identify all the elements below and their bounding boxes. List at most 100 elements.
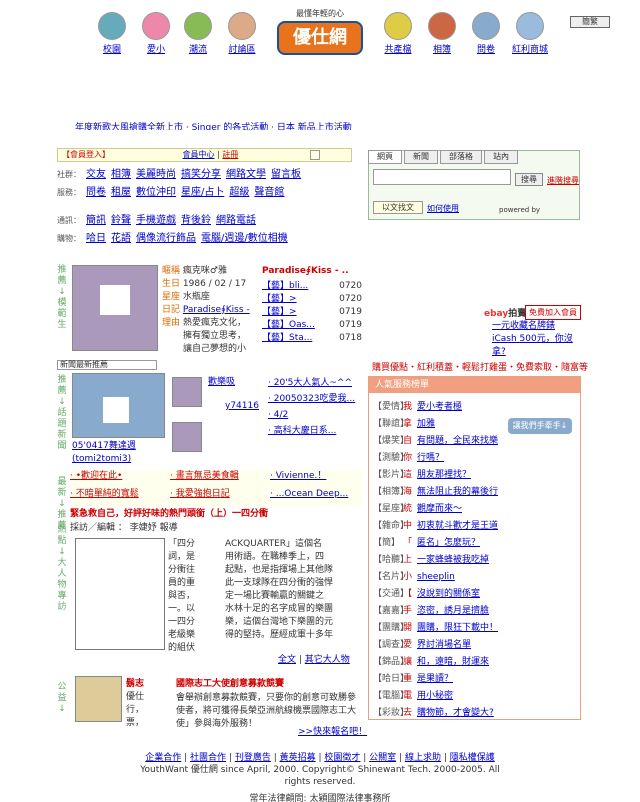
hot-row[interactable]: 【測驗】你 行嗎？ <box>373 450 576 467</box>
hot-row[interactable]: 【電腦】電 用小秘密 <box>373 688 576 705</box>
member-link[interactable]: 超級 <box>229 187 249 198</box>
member-link[interactable]: 聲音館 <box>254 187 284 198</box>
ambassador-signup-link[interactable]: >>快來報名吧！ <box>298 726 367 739</box>
hot-link[interactable]: 愛小考者極 <box>417 402 462 412</box>
member-link[interactable]: 鈴聲 <box>111 215 131 226</box>
hot-link[interactable]: 行嗎？ <box>417 453 444 463</box>
article-photo[interactable] <box>75 538 165 650</box>
ambassador-photo[interactable] <box>75 676 122 722</box>
ebay-logo[interactable]: ebay拍賣 <box>484 306 526 319</box>
rec-post[interactable]: 【藝】bli... 0720 <box>262 280 362 293</box>
member-link[interactable]: 哈日 <box>86 233 106 244</box>
hot-row[interactable]: 【愛情】我 愛小考者極 <box>373 399 576 416</box>
member-link[interactable]: 數位沖印 <box>136 187 176 198</box>
nav-item-5[interactable]: 相簿 <box>422 12 462 55</box>
footer-link[interactable]: 線上求助 <box>405 753 441 763</box>
hot-link[interactable]: sheeplin <box>417 572 455 582</box>
member-link[interactable]: 交友 <box>86 169 106 180</box>
site-logo[interactable]: 最懂年輕的心 優仕網 <box>277 8 363 58</box>
rec-post-title[interactable]: 【藝】> <box>262 306 297 319</box>
news-thumb-1[interactable] <box>172 377 202 407</box>
member-link[interactable]: 租屋 <box>111 187 131 198</box>
rec-blog-link[interactable]: Paradise∮Kiss - <box>183 305 250 315</box>
member-link[interactable]: 美麗時尚 <box>136 169 176 180</box>
member-link[interactable]: 星座/占卜 <box>181 187 224 198</box>
text-search-button[interactable]: 以文找文 <box>373 201 423 214</box>
article-full-link[interactable]: 全文 <box>278 655 296 665</box>
rec-post[interactable]: 【藝】> 0719 <box>262 306 362 319</box>
hot-row[interactable]: 【星座】統 觀摩而來～ <box>373 501 576 518</box>
member-link[interactable]: 問卷 <box>86 187 106 198</box>
member-link[interactable]: 簡訊 <box>86 215 106 226</box>
member-link[interactable]: 相簿 <box>111 169 131 180</box>
promo-link[interactable]: · 畫言無忌美食輯 <box>170 470 270 488</box>
ambassador-title[interactable]: 國際志工大使創意募款競賽 <box>176 678 284 691</box>
nav-item-4[interactable]: 共產檔 <box>378 12 418 55</box>
nav-item-1[interactable]: 愛小 <box>136 12 176 55</box>
search-button[interactable]: 搜尋 <box>515 173 543 186</box>
search-tab[interactable]: 網頁 <box>368 150 402 164</box>
hot-link[interactable]: 無法阻止我的幕後行 <box>417 487 498 497</box>
hot-link[interactable]: 匿名」怎麼玩？ <box>417 538 480 548</box>
search-tab[interactable]: 新聞 <box>404 150 438 164</box>
how-to-use-link[interactable]: 如何使用 <box>427 203 459 214</box>
promo-link[interactable]: · •歡迎在此• <box>70 470 170 488</box>
nav-item-7[interactable]: 紅利商城 <box>510 12 550 55</box>
register-link[interactable]: 註冊 <box>222 150 238 159</box>
rec-post-title[interactable]: 【藝】Sta... <box>262 332 312 345</box>
hot-ad-badge[interactable]: 讓我們手牽手↓ <box>508 418 572 434</box>
article-title[interactable]: 緊急救自己，好評好味的熱門頭銜（上）一四分衝 <box>70 508 268 521</box>
search-tab[interactable]: 站內 <box>484 150 518 164</box>
news-thumb-2[interactable] <box>172 422 202 452</box>
member-link[interactable]: 背後鈴 <box>181 215 211 226</box>
hot-link[interactable]: 界討消場名單 <box>417 640 471 650</box>
rec-blog-title[interactable]: Paradise∮Kiss - .. <box>262 266 349 276</box>
footer-link[interactable]: 隱私權保護 <box>450 753 495 763</box>
article-others-link[interactable]: 其它大人物 <box>305 655 350 665</box>
member-link[interactable]: 搞笑分享 <box>181 169 221 180</box>
hot-row[interactable]: 【錦品】讓 和，遠暗，財運來 <box>373 654 576 671</box>
hot-row[interactable]: 【哈聽】上 一家蜂蜂被我吃掉 <box>373 552 576 569</box>
member-link[interactable]: 手機遊戲 <box>136 215 176 226</box>
promo-link[interactable]: · 不暗單純的寬鬆 <box>70 488 170 506</box>
hot-link[interactable]: 和，遠暗，財運來 <box>417 657 489 667</box>
search-input[interactable] <box>373 169 511 185</box>
news-item[interactable]: · 高科大慶日系... <box>268 425 363 438</box>
hot-row[interactable]: 【雜命】中 初衷就斗歡才是王道 <box>373 518 576 535</box>
hot-link[interactable]: 朋友那裡找？ <box>417 470 471 480</box>
hot-row[interactable]: 【彩妝】去 購物節，才會變大? <box>373 705 576 722</box>
hot-link[interactable]: 加雅 <box>417 419 435 429</box>
rec-post-title[interactable]: 【藝】bli... <box>262 280 308 293</box>
footer-link[interactable]: 刊登廣告 <box>235 753 271 763</box>
member-login-link[interactable]: 【會員登入】 <box>62 150 110 159</box>
member-link[interactable]: 網路文學 <box>226 169 266 180</box>
hot-link[interactable]: 是果讀？ <box>417 674 453 684</box>
lang-toggle-button[interactable]: 簡繁 <box>570 16 610 28</box>
footer-link[interactable]: 企業合作 <box>145 753 181 763</box>
nav-item-3[interactable]: 討論區 <box>222 12 262 55</box>
hot-row[interactable]: 【調查】愛 界討消場名單 <box>373 637 576 654</box>
hot-link[interactable]: 沒說到的關係室 <box>417 589 480 599</box>
hot-link[interactable]: 購物節，才會變大? <box>417 708 494 718</box>
hot-link[interactable]: 初衷就斗歡才是王道 <box>417 521 498 531</box>
news-mid-2[interactable]: y74116 <box>225 400 259 413</box>
member-center-link[interactable]: 會員中心 <box>183 150 215 159</box>
footer-link[interactable]: 公關室 <box>369 753 396 763</box>
nav-item-2[interactable]: 潮流 <box>178 12 218 55</box>
promo-link[interactable]: · Vivienne.！ <box>270 470 358 488</box>
footer-link[interactable]: 校園徵才 <box>324 753 360 763</box>
hot-row[interactable]: 【交通】【 沒說到的關係室 <box>373 586 576 603</box>
hot-row[interactable]: 【影片】這 朋友那裡找？ <box>373 467 576 484</box>
hot-link[interactable]: 用小秘密 <box>417 691 453 701</box>
news-ticker[interactable]: 年度新歌大風搶購全新上市 · Singer 的各式活動 · 日本 新品上市活動 <box>75 120 580 130</box>
nav-item-6[interactable]: 問卷 <box>466 12 506 55</box>
rec-post-title[interactable]: 【藝】Oas... <box>262 319 315 332</box>
print-icon[interactable] <box>310 150 320 160</box>
rec-post[interactable]: 【藝】> 0720 <box>262 293 362 306</box>
footer-link[interactable]: 黃英招募 <box>280 753 316 763</box>
hot-row[interactable]: 【團購】開 團購，限狂下載中！ <box>373 620 576 637</box>
hot-row[interactable]: 【嘉嘉】手 恣密，誘月是擠臉 <box>373 603 576 620</box>
hot-link[interactable]: 一家蜂蜂被我吃掉 <box>417 555 489 565</box>
news-item[interactable]: · 20'5大人氣人~^^ <box>268 377 363 390</box>
hot-link[interactable]: 團購，限狂下載中！ <box>417 623 498 633</box>
